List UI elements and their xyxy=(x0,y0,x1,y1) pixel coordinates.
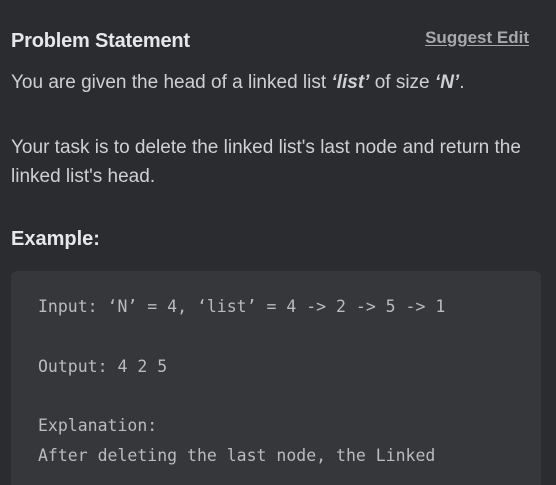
statement-text: of size xyxy=(369,72,435,93)
example-output-line: Output: 4 2 5 xyxy=(38,357,168,376)
example-heading: Example: xyxy=(11,228,100,250)
example-input-line: Input: ‘N’ = 4, ‘list’ = 4 -> 2 -> 5 -> … xyxy=(38,297,446,316)
statement-paragraph-2: Your task is to delete the linked list's… xyxy=(11,137,521,187)
scrollbar[interactable] xyxy=(541,0,556,485)
suggest-edit-link[interactable]: Suggest Edit xyxy=(425,28,529,48)
example-explanation-text: After deleting the last node, the Linked xyxy=(38,446,436,465)
page-title: Problem Statement xyxy=(11,30,190,52)
statement-text: . xyxy=(459,72,465,93)
statement-paragraph-1: You are given the head of a linked list … xyxy=(11,70,464,96)
example-explanation-label: Explanation: xyxy=(38,416,158,435)
n-variable: ‘N’ xyxy=(434,72,460,93)
problem-header: Problem Statement Suggest Edit xyxy=(11,27,529,55)
example-code-block: Input: ‘N’ = 4, ‘list’ = 4 -> 2 -> 5 -> … xyxy=(11,271,541,485)
statement-text: You are given the head of a linked list xyxy=(11,72,332,93)
list-variable: ‘list’ xyxy=(331,72,370,93)
